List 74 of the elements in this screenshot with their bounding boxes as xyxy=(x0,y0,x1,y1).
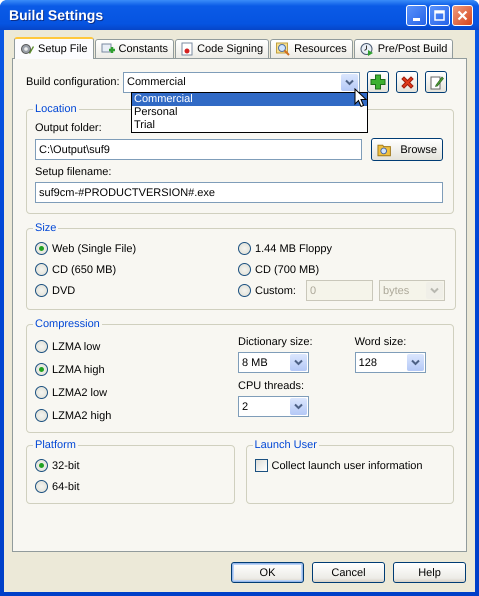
radio-label[interactable]: Custom: xyxy=(255,284,296,296)
radio-label[interactable]: DVD xyxy=(52,284,76,296)
certificate-icon xyxy=(181,42,194,56)
radio-label[interactable]: LZMA2 low xyxy=(52,386,108,398)
radio-label[interactable]: CD (650 MB) xyxy=(52,264,116,276)
window-title: Build Settings xyxy=(9,7,104,23)
radio-label[interactable]: Web (Single File) xyxy=(52,242,136,254)
tab[interactable]: Constants xyxy=(94,39,174,58)
radio-label[interactable]: 32-bit xyxy=(52,460,80,472)
document-pencil-icon xyxy=(428,74,444,90)
radio-label[interactable]: LZMA low xyxy=(52,340,100,352)
add-button[interactable] xyxy=(367,71,389,93)
field-label: Word size: xyxy=(354,336,406,348)
maximize-button[interactable] xyxy=(429,4,450,26)
gear-pencil-icon xyxy=(20,42,34,56)
dialog-button[interactable]: Cancel xyxy=(312,562,385,583)
minimize-button[interactable] xyxy=(406,4,427,26)
tab[interactable]: Code Signing xyxy=(175,39,270,58)
cross-icon xyxy=(400,74,414,90)
maximize-icon xyxy=(434,10,445,20)
setup-filename-field[interactable]: suf9cm-#PRODUCTVERSION#.exe xyxy=(35,182,443,203)
field-label: Dictionary size: xyxy=(238,336,313,348)
group-title: Compression xyxy=(34,318,101,330)
edit-button[interactable] xyxy=(425,71,447,93)
dropdown-option[interactable]: Commercial xyxy=(132,93,367,106)
tab[interactable]: Resources xyxy=(270,39,353,58)
magnifier-icon xyxy=(276,42,290,56)
radio-button[interactable] xyxy=(35,363,48,376)
tab[interactable]: Setup File xyxy=(14,37,94,59)
dialog-button[interactable]: Help xyxy=(393,562,466,583)
field-label: Output folder: xyxy=(35,122,102,134)
radio-label[interactable]: LZMA high xyxy=(52,364,105,376)
minimize-icon xyxy=(413,18,420,21)
dictionary-size-dropdown[interactable]: 8 MB xyxy=(238,352,309,373)
radio-label[interactable]: 1.44 MB Floppy xyxy=(255,242,332,254)
cpu-threads-dropdown[interactable]: 2 xyxy=(238,396,309,417)
document-plus-icon xyxy=(100,42,115,56)
field-label: Build configuration: xyxy=(26,76,121,88)
group-title: Launch User xyxy=(254,439,318,451)
radio-label[interactable]: CD (700 MB) xyxy=(255,264,320,276)
radio-button[interactable] xyxy=(238,242,251,255)
radio-button[interactable] xyxy=(35,284,48,297)
radio-button[interactable] xyxy=(238,284,251,297)
radio-button[interactable] xyxy=(35,409,48,422)
folder-magnifier-icon xyxy=(377,142,392,157)
delete-button[interactable] xyxy=(396,71,418,93)
browse-button[interactable]: Browse xyxy=(371,138,443,161)
clock-play-icon xyxy=(360,42,374,56)
group-title: Location xyxy=(34,103,78,115)
plus-icon xyxy=(370,74,386,90)
tab[interactable]: Pre/Post Build xyxy=(354,39,454,58)
checkbox[interactable] xyxy=(254,459,268,472)
close-icon xyxy=(457,10,468,20)
checkbox-label[interactable]: Collect launch user information xyxy=(272,460,423,472)
radio-button[interactable] xyxy=(238,263,251,276)
dialog-button[interactable]: OK xyxy=(231,562,304,583)
dropdown-option[interactable]: Trial xyxy=(132,119,367,132)
radio-label[interactable]: LZMA2 high xyxy=(52,410,112,422)
radio-button[interactable] xyxy=(35,459,48,472)
group-title: Platform xyxy=(34,439,77,451)
configuration-dropdown[interactable]: Commercial xyxy=(123,72,360,92)
radio-button[interactable] xyxy=(35,340,48,353)
close-button[interactable] xyxy=(452,4,473,26)
group-title: Size xyxy=(34,222,58,234)
radio-button[interactable] xyxy=(35,242,48,255)
output-folder-field[interactable]: C:\Output\suf9 xyxy=(35,139,362,160)
field-label: CPU threads: xyxy=(238,380,304,392)
radio-button[interactable] xyxy=(35,480,48,493)
dropdown-option[interactable]: Personal xyxy=(132,106,367,119)
word-size-dropdown[interactable]: 128 xyxy=(354,352,426,373)
field-label: Setup filename: xyxy=(35,166,112,178)
radio-button[interactable] xyxy=(35,386,48,399)
radio-button[interactable] xyxy=(35,263,48,276)
radio-label[interactable]: 64-bit xyxy=(52,480,80,492)
